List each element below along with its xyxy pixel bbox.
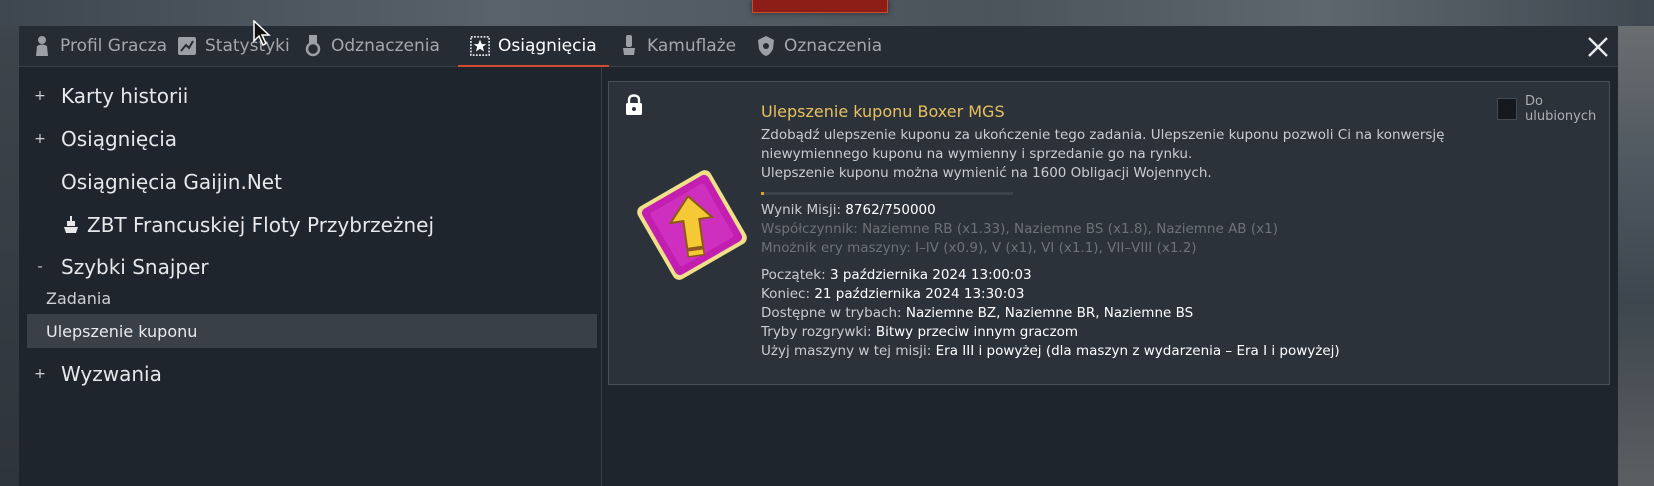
score-value: 8762/750000	[845, 202, 936, 218]
tree-item-label: Karty historii	[61, 84, 189, 108]
tab-label: Profil Gracza	[60, 36, 168, 56]
vehicles-label: Użyj maszyny w tej misji:	[761, 343, 932, 359]
coefficient-line: Współczynnik: Naziemne RB (x1.33), Nazie…	[761, 221, 1278, 237]
mission-progress-bar	[761, 192, 1013, 195]
paint-icon	[623, 35, 635, 55]
tab-osiagniecia[interactable]: Osiągnięcia	[458, 26, 609, 67]
tab-label: Osiągnięcia	[498, 36, 597, 56]
detail-info: Ulepszenie kuponu Boxer MGS Zdobądź ulep…	[761, 102, 1541, 361]
stats-icon	[178, 37, 196, 55]
modes-line: Dostępne w trybach: Naziemne BZ, Naziemn…	[761, 304, 1541, 323]
start-line: Początek: 3 października 2024 13:00:03	[761, 266, 1541, 285]
background-right-edge	[1618, 26, 1654, 486]
mission-progress-fill	[761, 192, 764, 195]
achievement-tree: + Karty historii + Osiągnięcia Osiągnięc…	[19, 67, 602, 486]
achievement-description: Zdobądź ulepszenie kuponu za ukończenie …	[761, 127, 1445, 162]
star-icon	[470, 36, 490, 56]
game-modes-line: Tryby rozgrywki: Bitwy przeciw innym gra…	[761, 323, 1541, 342]
tree-item-label: Szybki Snajper	[61, 255, 209, 279]
soldier-icon	[36, 36, 48, 56]
score-label: Wynik Misji:	[761, 202, 841, 218]
tab-label: Odznaczenia	[331, 36, 440, 56]
sub-item-label: Ulepszenie kuponu	[46, 321, 198, 341]
game-modes-value: Bitwy przeciw innym graczom	[875, 324, 1079, 340]
era-multiplier-line: Mnożnik ery maszyny: I–IV (x0.9), V (x1)…	[761, 240, 1197, 256]
achievement-reward-note: Ulepszenie kuponu można wymienić na 1600…	[761, 165, 1212, 181]
tab-label: Oznaczenia	[784, 36, 883, 56]
game-logo-banner	[752, 0, 888, 13]
tree-item-label: Wyzwania	[61, 362, 162, 386]
tab-profil-gracza[interactable]: Profil Gracza	[32, 26, 167, 66]
sub-item-zadania[interactable]: Zadania	[27, 281, 597, 315]
start-value: 3 października 2024 13:00:03	[829, 267, 1032, 283]
coupon-upgrade-icon	[637, 170, 747, 280]
ship-icon	[64, 216, 78, 233]
collapse-icon[interactable]: -	[34, 259, 46, 275]
tree-item-gaijin-net[interactable]: Osiągnięcia Gaijin.Net	[19, 162, 601, 202]
tab-label: Kamuflaże	[647, 36, 737, 56]
tab-oznaczenia[interactable]: Oznaczenia	[756, 26, 882, 66]
profile-window: Profil Gracza Statystyki Odznaczenia Osi…	[19, 26, 1618, 486]
vehicles-value: Era III i powyżej (dla maszyn z wydarzen…	[935, 343, 1340, 359]
expand-icon[interactable]: +	[34, 88, 46, 104]
start-label: Początek:	[761, 267, 826, 283]
tree-item-label: ZBT Francuskiej Floty Przybrzeżnej	[87, 213, 435, 237]
end-value: 21 października 2024 13:30:03	[814, 286, 1025, 302]
tab-kamuflaze[interactable]: Kamuflaże	[619, 26, 736, 66]
modes-label: Dostępne w trybach:	[761, 305, 902, 321]
tree-item-label: Osiągnięcia Gaijin.Net	[61, 170, 282, 194]
close-icon[interactable]	[1585, 34, 1611, 60]
vehicles-line: Użyj maszyny w tej misji: Era III i powy…	[761, 342, 1541, 361]
sub-item-label: Zadania	[46, 288, 112, 308]
expand-icon[interactable]: +	[34, 131, 46, 147]
sub-item-ulepszenie-kuponu[interactable]: Ulepszenie kuponu	[27, 314, 597, 348]
medal-icon	[305, 35, 321, 57]
achievement-detail-card: Do ulubionych Ulepszenie kuponu Boxer MG…	[608, 81, 1610, 385]
game-modes-label: Tryby rozgrywki:	[761, 324, 872, 340]
tab-statystyki[interactable]: Statystyki	[177, 26, 290, 66]
tree-item-label: Osiągnięcia	[61, 127, 178, 151]
tree-item-karty-historii[interactable]: + Karty historii	[19, 76, 601, 116]
tree-item-wyzwania[interactable]: + Wyzwania	[19, 354, 601, 394]
end-line: Koniec: 21 października 2024 13:30:03	[761, 285, 1541, 304]
tab-odznaczenia[interactable]: Odznaczenia	[303, 26, 440, 66]
expand-icon[interactable]: +	[34, 366, 46, 382]
tree-item-zbt-floty[interactable]: ZBT Francuskiej Floty Przybrzeżnej	[19, 205, 601, 245]
end-label: Koniec:	[761, 286, 811, 302]
tree-item-osiagniecia[interactable]: + Osiągnięcia	[19, 119, 601, 159]
modes-value: Naziemne BZ, Naziemne BR, Naziemne BS	[905, 305, 1194, 321]
background-left-edge	[0, 26, 19, 486]
tab-label: Statystyki	[205, 36, 290, 56]
lock-icon	[626, 94, 642, 115]
mouse-cursor-icon	[253, 20, 271, 47]
score-line: Wynik Misji: 8762/750000	[761, 201, 1541, 220]
decal-icon	[758, 36, 774, 56]
achievement-title: Ulepszenie kuponu Boxer MGS	[761, 102, 1005, 121]
